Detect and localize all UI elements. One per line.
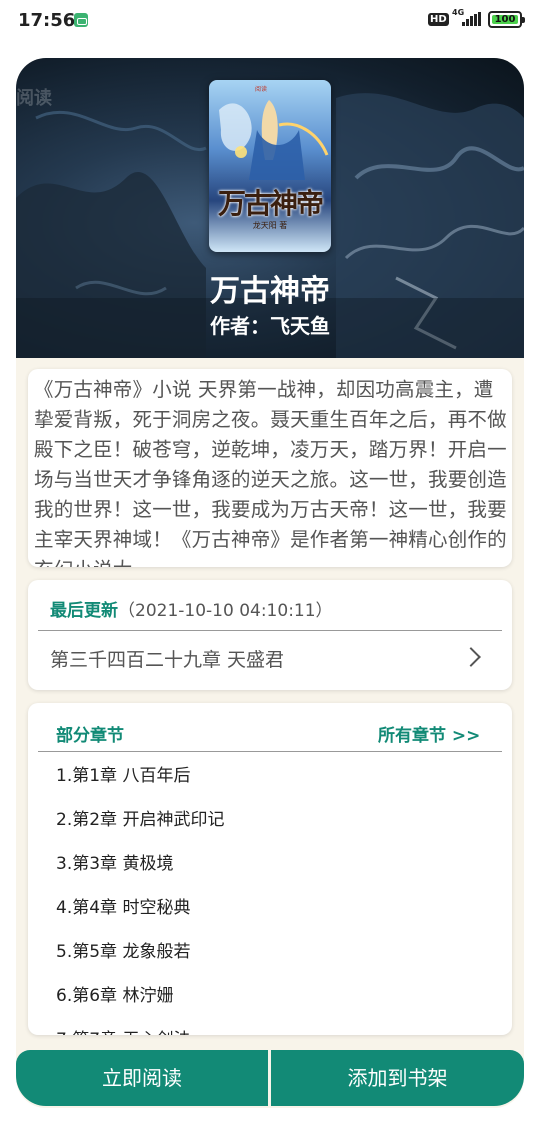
latest-update-card[interactable]: 最后更新（2021-10-10 04:10:11） 第三千四百二十九章 天盛君 — [28, 580, 512, 690]
hd-badge: HD — [428, 13, 449, 26]
watermark-text: 阅读 — [16, 88, 52, 109]
cover-logo: 阅读 — [255, 86, 268, 93]
book-title: 万古神帝 — [210, 274, 330, 309]
chapter-item[interactable]: 6.第6章 林泞姗 — [56, 981, 496, 1025]
divider — [38, 751, 502, 752]
chapter-item[interactable]: 7.第7章 无心剑法 — [56, 1025, 496, 1035]
chapters-card: 部分章节 所有章节 >> 1.第1章 八百年后 2.第2章 开启神武印记 3.第… — [28, 703, 512, 1035]
latest-update-time: （2021-10-10 04:10:11） — [118, 601, 333, 621]
chapter-item[interactable]: 1.第1章 八百年后 — [56, 761, 496, 805]
signal-icon — [462, 12, 482, 26]
latest-update-label: 最后更新 — [50, 601, 118, 621]
book-author: 作者：飞天鱼 — [210, 314, 330, 338]
chapter-item[interactable]: 2.第2章 开启神武印记 — [56, 805, 496, 849]
chapter-list: 1.第1章 八百年后 2.第2章 开启神武印记 3.第3章 黄极境 4.第4章 … — [56, 761, 496, 1035]
latest-update-header: 最后更新（2021-10-10 04:10:11） — [50, 596, 333, 621]
read-now-button[interactable]: 立即阅读 — [16, 1050, 268, 1106]
battery-icon: 100 — [488, 11, 525, 28]
battery-level: 100 — [492, 15, 518, 25]
app-notification-icon — [74, 13, 88, 27]
all-chapters-link[interactable]: 所有章节 >> — [378, 721, 480, 746]
book-cover[interactable]: 阅读 万古神帝 龙天阳 著 — [209, 80, 331, 252]
status-time: 17:56 — [18, 10, 76, 31]
book-detail-card: 阅读 阅读 万古神帝 龙天阳 著 万古神帝 作者：飞天鱼 《万古神帝》小说 天界… — [16, 58, 524, 1108]
latest-chapter-title[interactable]: 第三千四百二十九章 天盛君 — [50, 645, 450, 672]
cover-author: 龙天阳 著 — [252, 221, 288, 230]
chapters-section-title: 部分章节 — [56, 726, 124, 746]
cover-title: 万古神帝 — [217, 187, 324, 220]
divider — [38, 630, 502, 631]
chapter-item[interactable]: 3.第3章 黄极境 — [56, 849, 496, 893]
chapter-item[interactable]: 4.第4章 时空秘典 — [56, 893, 496, 937]
chevron-right-icon[interactable] — [461, 647, 481, 667]
book-hero: 阅读 阅读 万古神帝 龙天阳 著 万古神帝 作者：飞天鱼 — [16, 58, 524, 358]
description-card[interactable]: 《万古神帝》小说 天界第一战神，却因功高震主，遭挚爱背叛，死于洞房之夜。聂天重生… — [28, 369, 512, 567]
add-to-shelf-button[interactable]: 添加到书架 — [271, 1050, 524, 1106]
status-bar: 17:56 HD 4G 100 — [0, 0, 540, 44]
description-text: 《万古神帝》小说 天界第一战神，却因功高震主，遭挚爱背叛，死于洞房之夜。聂天重生… — [34, 378, 507, 567]
chapter-item[interactable]: 5.第5章 龙象般若 — [56, 937, 496, 981]
